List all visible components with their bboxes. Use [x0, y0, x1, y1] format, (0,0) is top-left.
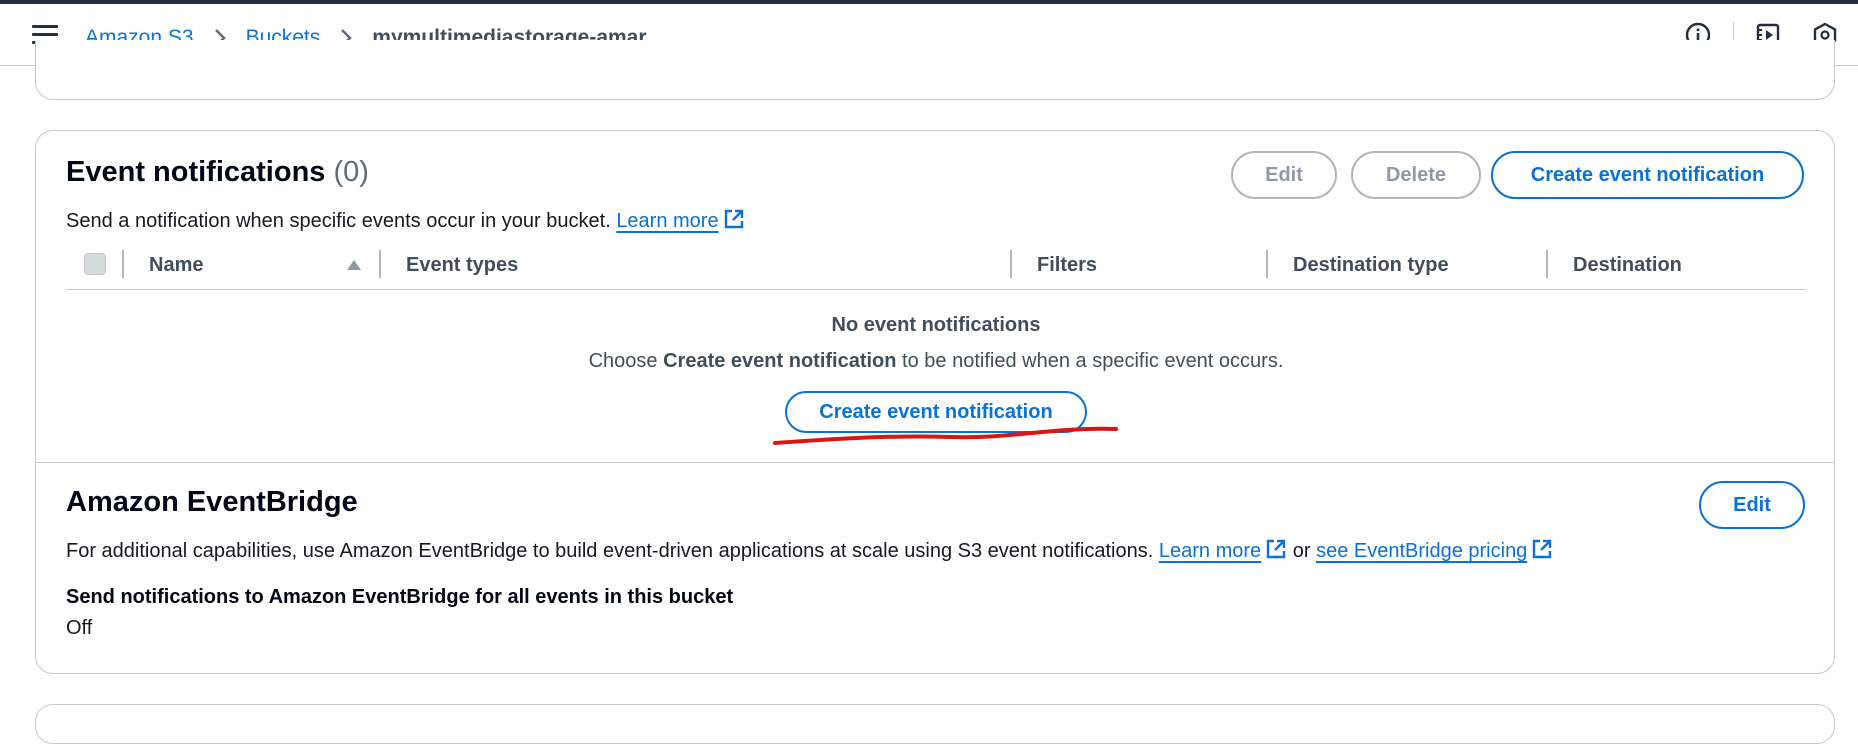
event-notifications-card: Event notifications (0) Edit Delete Crea…: [35, 130, 1835, 674]
column-header-destination: Destination: [1573, 254, 1682, 276]
table-header: Name Event types Filters Destination typ…: [66, 246, 1806, 290]
eventbridge-title: Amazon EventBridge: [66, 486, 358, 518]
or-text: or: [1292, 540, 1311, 562]
select-all-checkbox[interactable]: [84, 253, 106, 275]
eventbridge-description: For additional capabilities, use Amazon …: [66, 538, 1553, 566]
empty-desc-prefix: Choose: [588, 350, 664, 372]
column-separator: [1266, 250, 1268, 278]
edit-button[interactable]: Edit: [1231, 151, 1337, 199]
column-separator: [1010, 250, 1012, 278]
column-header-destination-type: Destination type: [1293, 254, 1449, 276]
event-notifications-title: Event notifications (0): [66, 156, 369, 189]
eventbridge-learn-more-link[interactable]: Learn more: [1159, 540, 1261, 562]
event-notifications-heading: Event notifications: [66, 156, 326, 188]
column-separator: [379, 250, 381, 278]
column-separator: [1546, 250, 1548, 278]
empty-state-title: No event notifications: [831, 314, 1041, 336]
event-notifications-count: (0): [333, 156, 369, 188]
create-event-notification-button[interactable]: Create event notification: [1491, 151, 1804, 199]
eventbridge-field-value: Off: [66, 617, 93, 639]
eventbridge-desc-text: For additional capabilities, use Amazon …: [66, 540, 1154, 562]
previous-section-card: [35, 40, 1835, 100]
external-link-icon: [723, 208, 745, 236]
sort-ascending-icon[interactable]: [346, 258, 362, 276]
column-header-event-types: Event types: [406, 254, 519, 276]
section-divider: [36, 462, 1834, 463]
empty-state-description: Choose Create event notification to be n…: [36, 350, 1836, 373]
delete-button[interactable]: Delete: [1351, 151, 1481, 199]
empty-desc-bold: Create event notification: [663, 350, 897, 372]
column-header-filters: Filters: [1037, 254, 1098, 276]
external-link-icon: [1265, 538, 1287, 566]
learn-more-link[interactable]: Learn more: [616, 210, 718, 232]
eventbridge-edit-button[interactable]: Edit: [1699, 481, 1805, 529]
event-notifications-description: Send a notification when specific events…: [66, 208, 745, 236]
column-header-name[interactable]: Name: [149, 254, 203, 277]
event-notifications-desc-text: Send a notification when specific events…: [66, 210, 611, 232]
next-section-card: [35, 704, 1835, 744]
eventbridge-pricing-link[interactable]: see EventBridge pricing: [1316, 540, 1527, 562]
red-underline-annotation: [773, 426, 1118, 445]
column-separator: [122, 250, 124, 278]
eventbridge-field-label: Send notifications to Amazon EventBridge…: [66, 586, 734, 608]
empty-desc-suffix: to be notified when a specific event occ…: [896, 350, 1284, 372]
external-link-icon: [1531, 538, 1553, 566]
